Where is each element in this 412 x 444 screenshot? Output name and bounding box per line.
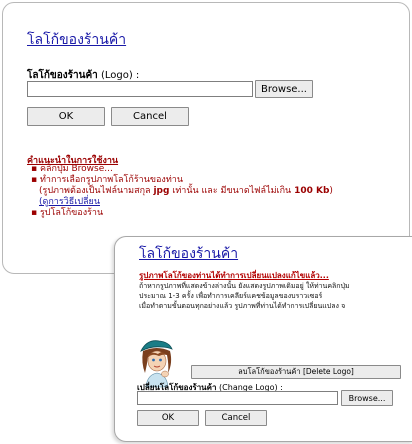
req-middle: เท่านั้น และ มีขนาดไฟล์ไม่เกิน (169, 186, 295, 196)
help-how-to-change-link[interactable]: (ดูการวิธีเปลี่ยน (31, 197, 333, 208)
cancel-button[interactable]: Cancel (111, 107, 189, 126)
notice-line-3: เมื่อทำตามขั้นตอนทุกอย่างแล้ว รูปภาพที่ท… (139, 302, 346, 310)
help-item-file-requirements: (รูปภาพต้องเป็นไฟล์นามสกุล jpg เท่านั้น … (31, 186, 333, 197)
change-notice-body: ถ้าหากรูปภาพที่แสดงข้างล่างนั้น ยังแสดงร… (139, 281, 412, 311)
page-title: โลโก้ของร้านค้า (27, 32, 127, 48)
help-item-select: ทำการเลือกรูปภาพโลโก้ร้านของท่าน (31, 175, 333, 186)
logo-file-input[interactable] (27, 81, 253, 97)
front-page-title: โลโก้ของร้านค้า (139, 246, 239, 262)
front-browse-button[interactable]: Browse... (341, 390, 393, 406)
ok-button[interactable]: OK (27, 107, 105, 126)
req-extension: jpg (153, 186, 170, 196)
logo-field-label-bold: โลโก้ของร้านค้า (27, 70, 98, 81)
req-prefix: (รูปภาพต้องเป็นไฟล์นามสกุล (39, 186, 154, 196)
help-list: คลิกปุ่ม Browse... ทำการเลือกรูปภาพโลโก้… (31, 164, 333, 219)
change-logo-file-input[interactable] (137, 391, 338, 405)
help-item-logo: รูปโลโก้ของร้าน (31, 208, 333, 219)
notice-line-1: ถ้าหากรูปภาพที่แสดงข้างล่างนั้น ยังแสดงร… (139, 282, 350, 290)
req-size: 100 Kb (294, 186, 330, 196)
browse-button[interactable]: Browse... (255, 80, 313, 98)
notice-line-2: ประมาณ 1-3 ครั้ง เพื่อทำการเคลียร์แคชข้อ… (139, 292, 323, 300)
back-panel: โลโก้ของร้านค้า โลโก้ของร้านค้า (Logo) :… (2, 2, 410, 274)
req-end: ) (329, 186, 333, 196)
front-ok-button[interactable]: OK (137, 410, 199, 426)
help-item-browse: คลิกปุ่ม Browse... (31, 164, 333, 175)
front-cancel-button[interactable]: Cancel (205, 410, 267, 426)
logo-field-label-rest: (Logo) : (97, 70, 140, 81)
front-panel: โลโก้ของร้านค้า รูปภาพโลโก้ของท่านได้ทำก… (114, 236, 412, 442)
delete-logo-button[interactable]: ลบโลโก้ของร้านค้า [Delete Logo] (191, 365, 401, 379)
